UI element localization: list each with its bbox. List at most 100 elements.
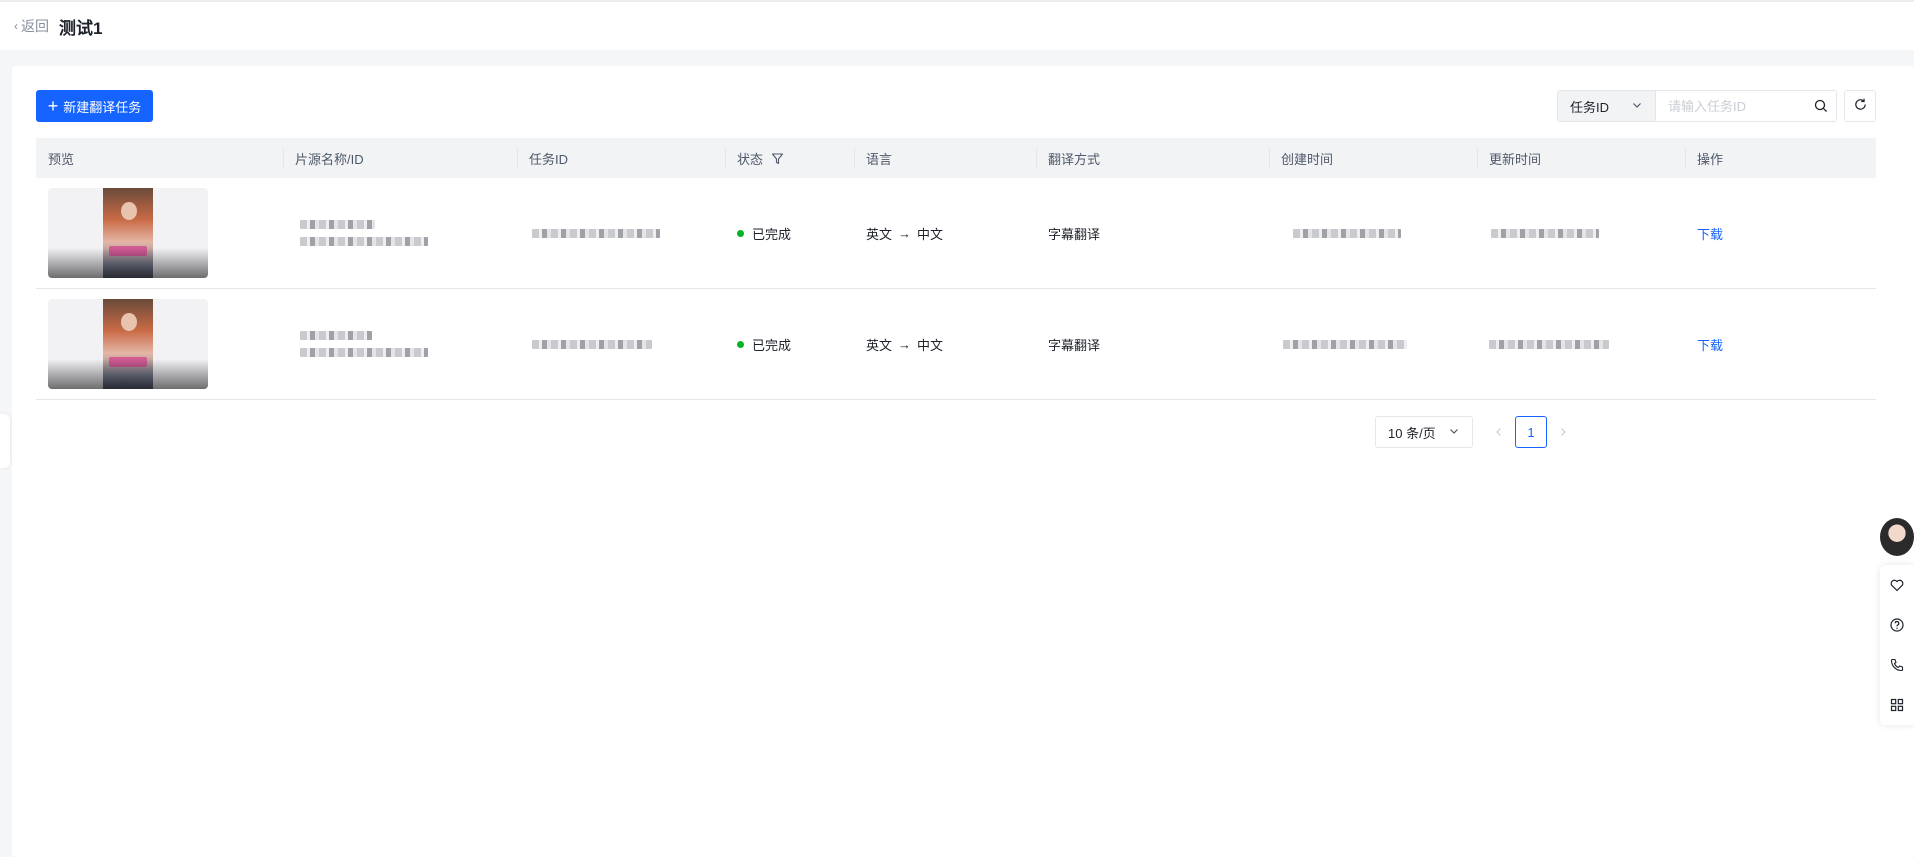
chevron-left-icon [1496, 428, 1501, 436]
search-field-value: 任务ID [1570, 99, 1610, 115]
actions-cell: 下载 [1685, 178, 1876, 288]
column-label: 任务ID [529, 151, 569, 167]
status-cell: 已完成 [725, 289, 854, 399]
table-row: 已完成 英文 → 中文 字幕翻译 下载 [36, 289, 1876, 400]
previous-page-button[interactable] [1483, 416, 1515, 448]
column-label: 预览 [48, 151, 75, 167]
redacted-created-time [1293, 228, 1401, 238]
column-header-created: 创建时间 [1269, 138, 1477, 178]
search-field-select[interactable]: 任务ID [1558, 91, 1656, 121]
next-page-button[interactable] [1547, 416, 1579, 448]
chevron-down-icon [1631, 99, 1643, 114]
phone-icon [1890, 658, 1904, 672]
page-size-select[interactable]: 10 条/页 [1375, 416, 1473, 448]
new-task-label: 新建翻译任务 [63, 99, 142, 115]
pagination: 10 条/页 1 [1375, 416, 1579, 448]
search-group: 任务ID [1557, 90, 1837, 122]
method-cell: 字幕翻译 [1036, 289, 1269, 399]
method-cell: 字幕翻译 [1036, 178, 1269, 288]
source-name-cell [283, 289, 517, 399]
target-language: 中文 [917, 226, 944, 242]
redacted-created-time [1283, 339, 1407, 349]
status-badge: 已完成 [752, 337, 792, 353]
source-language: 英文 [866, 337, 893, 353]
task-id-cell [517, 178, 725, 288]
redacted-updated-time [1489, 339, 1609, 349]
column-label: 语言 [866, 151, 893, 167]
column-header-task-id: 任务ID [517, 138, 725, 178]
back-label: 返回 [21, 18, 49, 34]
table-row: 已完成 英文 → 中文 字幕翻译 下载 [36, 178, 1876, 289]
translation-method: 字幕翻译 [1048, 226, 1101, 242]
column-label: 翻译方式 [1048, 151, 1101, 167]
page-title: 测试1 [59, 18, 103, 38]
column-header-actions: 操作 [1685, 138, 1876, 178]
created-time-cell [1269, 289, 1477, 399]
chevron-left-icon: ‹ [14, 19, 18, 33]
chevron-down-icon [1448, 425, 1460, 440]
search-icon[interactable] [1806, 91, 1836, 121]
target-language: 中文 [917, 337, 944, 353]
translation-method: 字幕翻译 [1048, 337, 1101, 353]
favorite-button[interactable] [1880, 565, 1914, 605]
filter-icon[interactable] [771, 152, 784, 165]
updated-time-cell [1477, 178, 1685, 288]
floating-tool-bar [1880, 565, 1914, 725]
contact-button[interactable] [1880, 645, 1914, 685]
sidebar-collapse-handle[interactable] [0, 414, 10, 468]
task-id-cell [517, 289, 725, 399]
column-header-method: 翻译方式 [1036, 138, 1269, 178]
download-link[interactable]: 下载 [1697, 224, 1723, 243]
refresh-button[interactable] [1844, 90, 1876, 122]
arrow-right-icon: → [898, 336, 912, 352]
download-link[interactable]: 下载 [1697, 335, 1723, 354]
apps-button[interactable] [1880, 685, 1914, 725]
chevron-right-icon [1561, 428, 1566, 436]
created-time-cell [1269, 178, 1477, 288]
question-icon [1890, 618, 1904, 632]
redacted-source-info [300, 220, 428, 246]
video-thumbnail[interactable] [48, 188, 208, 278]
grid-icon [1890, 698, 1904, 712]
table-header: 预览 片源名称/ID 任务ID 状态 语言 翻译方式 创建时间 更新时间 操作 [36, 138, 1876, 178]
source-language: 英文 [866, 226, 893, 242]
status-dot [737, 229, 744, 237]
redacted-task-id [532, 228, 660, 238]
video-thumbnail[interactable] [48, 299, 208, 389]
task-id-search-input[interactable] [1656, 91, 1806, 121]
heart-icon [1890, 579, 1904, 592]
column-label: 更新时间 [1489, 151, 1542, 167]
language-cell: 英文 → 中文 [854, 289, 1036, 399]
column-label: 操作 [1697, 151, 1724, 167]
status-dot [737, 340, 744, 348]
preview-cell [36, 289, 283, 399]
refresh-icon [1853, 97, 1868, 115]
language-cell: 英文 → 中文 [854, 178, 1036, 288]
column-label: 创建时间 [1281, 151, 1334, 167]
preview-cell [36, 178, 283, 288]
status-badge: 已完成 [752, 226, 792, 242]
updated-time-cell [1477, 289, 1685, 399]
column-header-updated: 更新时间 [1477, 138, 1685, 178]
new-translation-task-button[interactable]: + 新建翻译任务 [36, 90, 153, 122]
redacted-updated-time [1491, 228, 1599, 238]
column-header-preview: 预览 [36, 138, 283, 178]
column-label: 状态 [737, 151, 764, 167]
column-label: 片源名称/ID [295, 151, 364, 167]
back-button[interactable]: ‹ 返回 [14, 16, 49, 36]
column-header-source: 片源名称/ID [283, 138, 517, 178]
page-size-value: 10 条/页 [1388, 425, 1436, 441]
redacted-source-info [300, 331, 428, 357]
assistant-avatar[interactable] [1880, 518, 1914, 556]
source-name-cell [283, 178, 517, 288]
column-header-status: 状态 [725, 138, 854, 178]
task-list-card: + 新建翻译任务 任务ID 预览 片源名称/ID 任务ID 状态 语言 [12, 66, 1914, 857]
help-button[interactable] [1880, 605, 1914, 645]
redacted-task-id [532, 339, 652, 349]
status-cell: 已完成 [725, 178, 854, 288]
column-header-language: 语言 [854, 138, 1036, 178]
actions-cell: 下载 [1685, 289, 1876, 399]
page-number-button[interactable]: 1 [1515, 416, 1547, 448]
plus-icon: + [47, 96, 59, 116]
top-bar: ‹ 返回 测试1 [0, 0, 1914, 50]
